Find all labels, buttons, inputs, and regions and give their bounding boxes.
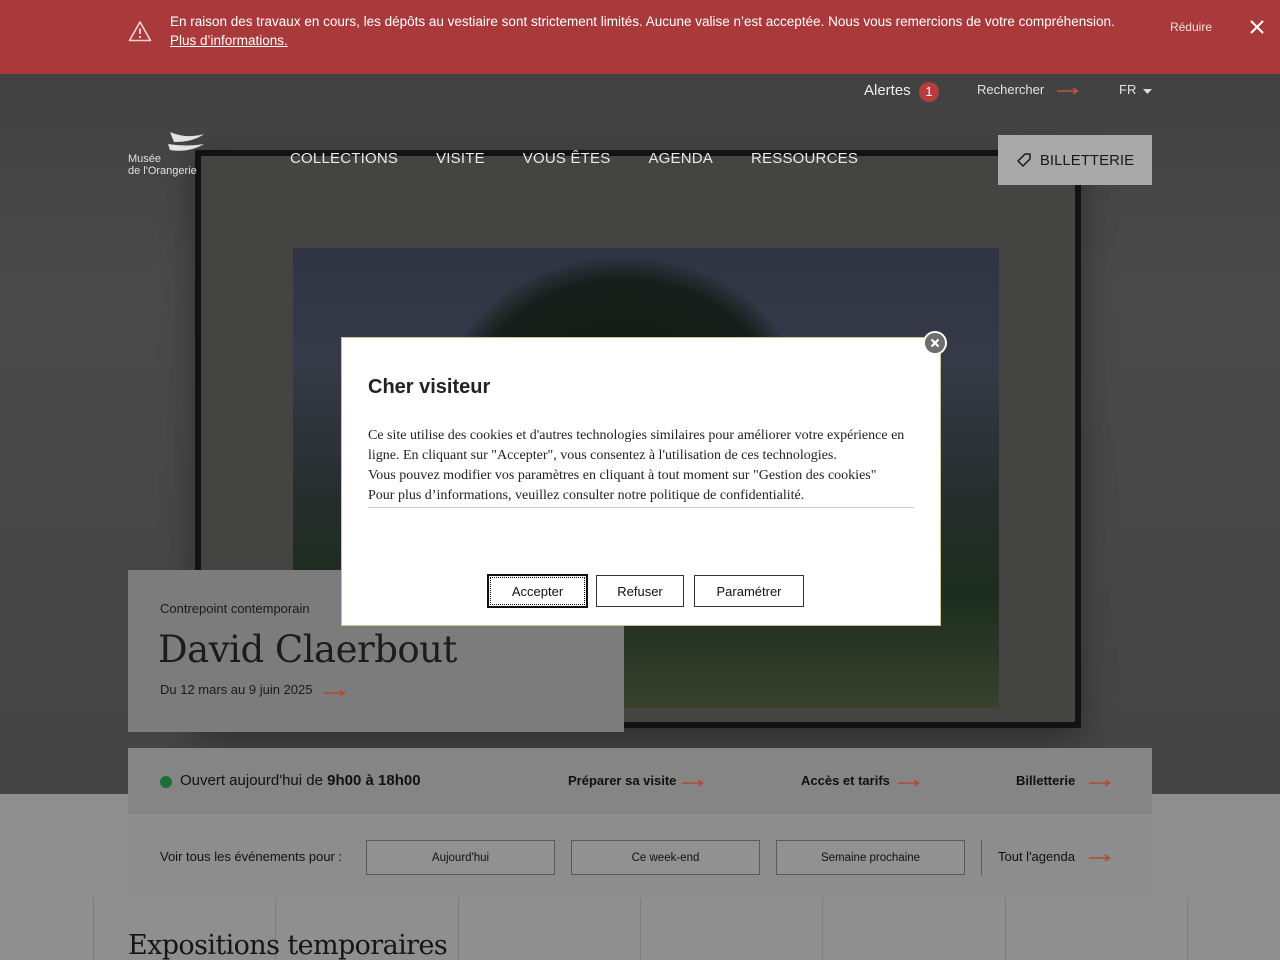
ticketing-button[interactable]: BILLETTERIE — [998, 135, 1152, 185]
arrow-right-icon — [324, 689, 346, 697]
alert-message: En raison des travaux en cours, les dépô… — [170, 12, 1170, 50]
nav-visite[interactable]: VISITE — [436, 150, 485, 167]
warning-icon — [128, 21, 152, 42]
alert-message-text: En raison des travaux en cours, les dépô… — [170, 14, 1115, 29]
ticketing-label: BILLETTERIE — [1039, 151, 1135, 169]
alerts-link[interactable]: Alertes — [864, 82, 911, 106]
cookie-dialog-title: Cher visiteur — [368, 376, 491, 398]
access-prices-link[interactable]: Accès et tarifs — [801, 773, 890, 788]
ticket-icon — [1017, 153, 1031, 167]
opening-info-bar: Ouvert aujourd'hui de 9h00 à 18h00 Prépa… — [128, 748, 1152, 814]
cookie-dialog-text: Ce site utilise des cookies et d'autres … — [368, 426, 914, 508]
prepare-visit-link[interactable]: Préparer sa visite — [568, 773, 676, 788]
arrow-right-icon — [1089, 779, 1111, 787]
arrow-right-icon — [898, 779, 920, 787]
exhibition-title: David Claerbout — [158, 628, 457, 671]
nav-ressources[interactable]: RESSOURCES — [751, 150, 858, 167]
alerts-count-badge: 1 — [919, 82, 939, 102]
events-filter-label: Voir tous les événements pour : — [160, 849, 343, 864]
exhibition-dates: Du 12 mars au 9 juin 2025 — [160, 682, 313, 697]
cookie-accept-button[interactable]: Accepter — [488, 575, 587, 607]
alert-more-info-link[interactable]: Plus d’informations. — [170, 33, 288, 48]
section-title: Expositions temporaires — [128, 930, 448, 960]
chevron-down-icon — [1143, 89, 1152, 94]
close-alert-icon[interactable] — [1248, 18, 1266, 36]
nav-vous-etes[interactable]: VOUS ÊTES — [523, 150, 611, 167]
arrow-right-icon — [1089, 854, 1111, 862]
all-agenda-link[interactable]: Tout l'agenda — [998, 849, 1075, 864]
close-dialog-icon[interactable] — [925, 333, 945, 353]
search-link[interactable]: Rechercher — [977, 82, 1044, 106]
open-status-dot — [160, 776, 172, 788]
search-arrow-icon — [1057, 87, 1079, 95]
opening-hours: Ouvert aujourd'hui de 9h00 à 18h00 — [180, 772, 421, 789]
alert-banner: En raison des travaux en cours, les dépô… — [0, 0, 1280, 74]
language-selector[interactable]: FR — [1119, 82, 1136, 106]
cookie-consent-dialog: Cher visiteur Ce site utilise des cookie… — [341, 337, 941, 626]
events-today-button[interactable]: Aujourd'hui — [366, 840, 555, 875]
ticketing-link[interactable]: Billetterie — [1016, 773, 1075, 788]
reduce-alert-button[interactable]: Réduire — [1170, 20, 1212, 34]
nav-collections[interactable]: COLLECTIONS — [290, 150, 398, 167]
cookie-refuse-button[interactable]: Refuser — [596, 575, 684, 607]
nav-agenda[interactable]: AGENDA — [648, 150, 713, 167]
events-filter-bar: Voir tous les événements pour : Aujourd'… — [128, 816, 1152, 898]
logo-text: Musée de l'Orangerie — [128, 153, 197, 177]
events-weekend-button[interactable]: Ce week-end — [571, 840, 760, 875]
cookie-settings-button[interactable]: Paramétrer — [694, 575, 804, 607]
main-nav: COLLECTIONS VISITE VOUS ÊTES AGENDA RESS… — [290, 150, 858, 167]
arrow-right-icon — [682, 779, 704, 787]
events-next-week-button[interactable]: Semaine prochaine — [776, 840, 965, 875]
exhibition-kicker: Contrepoint contemporain — [160, 601, 310, 616]
